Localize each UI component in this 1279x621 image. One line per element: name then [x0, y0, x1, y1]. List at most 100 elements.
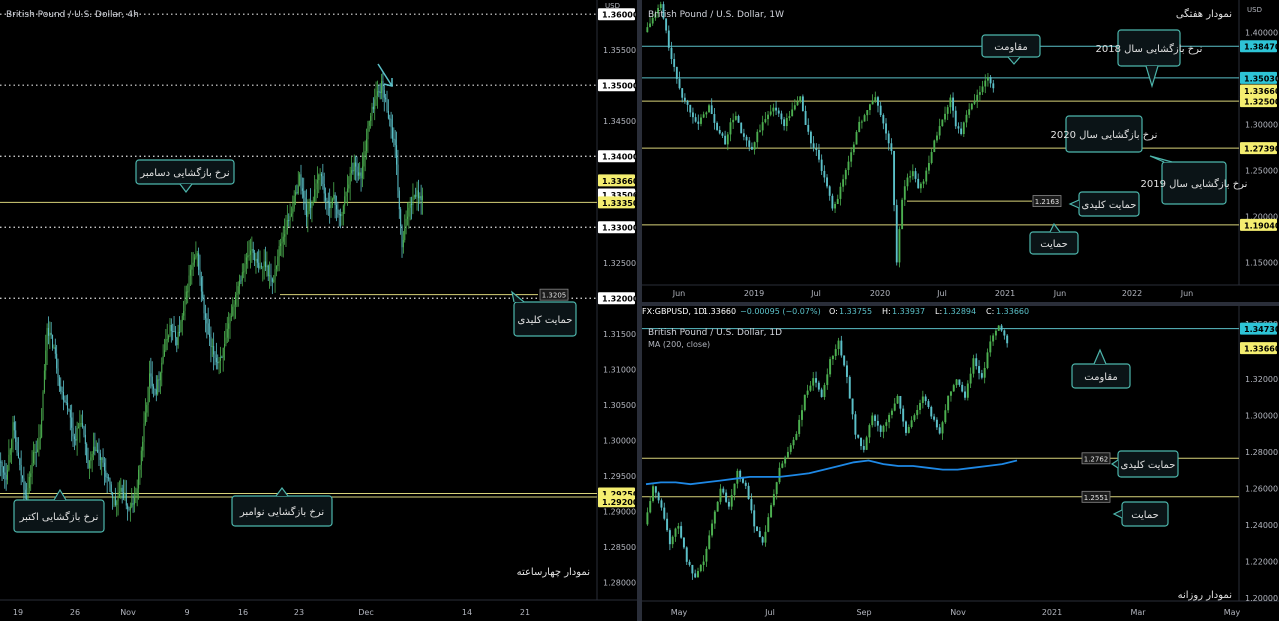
candle-body — [783, 119, 786, 127]
candle-body — [226, 328, 228, 338]
x-tick-label: 9 — [184, 608, 189, 617]
candle-body — [683, 97, 686, 101]
candle-body — [855, 132, 858, 145]
candle-body — [748, 140, 751, 147]
candle-body — [344, 196, 346, 206]
candle-body — [75, 439, 77, 441]
price-label-text: 1.34000 — [602, 153, 637, 162]
chart-daily-svg[interactable]: 1.20000 1.22000 1.24000 1.26000 1.28000 1.300… — [642, 306, 1279, 621]
candle-body — [1003, 330, 1006, 336]
candle-body — [277, 256, 279, 267]
candle-body — [255, 258, 257, 261]
candle-body — [983, 367, 986, 378]
candle-body — [710, 105, 713, 115]
candle-body — [670, 47, 673, 60]
candle-body — [363, 155, 365, 167]
candle-body — [799, 96, 802, 102]
price-label-text: 1.33350 — [602, 199, 637, 208]
candle-body — [697, 121, 700, 124]
candle-body — [981, 86, 984, 93]
candle-body — [785, 117, 788, 127]
candle-body — [316, 180, 318, 184]
candle-body — [69, 409, 71, 418]
candle-body — [366, 139, 368, 152]
candle-body — [976, 94, 979, 102]
candle-body — [745, 136, 748, 141]
candle-body — [15, 430, 17, 442]
candle-body — [12, 422, 14, 440]
candle-body — [275, 266, 277, 270]
y-tick-label: 1.30500 — [603, 401, 636, 410]
candle-body — [737, 116, 740, 123]
candle-body — [954, 110, 957, 127]
candle-body — [138, 469, 140, 489]
chart-title: British Pound / U.S. Dollar, 1W — [648, 10, 784, 20]
candle-body — [305, 204, 307, 217]
candle-body — [239, 280, 241, 287]
candle-body — [663, 507, 666, 519]
candle-body — [994, 330, 997, 336]
candle-body — [71, 417, 73, 428]
candle-body — [957, 126, 960, 129]
candle-body — [11, 439, 13, 450]
candle-body — [334, 194, 336, 206]
candle-body — [154, 388, 156, 390]
chart-weekly[interactable]: 1.150001.200001.250001.300001.350001.400… — [642, 0, 1279, 302]
candle-body — [203, 298, 205, 314]
candle-body — [233, 304, 235, 307]
candle-body — [162, 356, 164, 363]
x-tick-label: 14 — [462, 608, 472, 617]
price-label-text: 1.38470 — [1244, 43, 1279, 52]
candle-body — [419, 196, 421, 199]
candle-body — [13, 422, 15, 431]
candle-body — [290, 213, 292, 217]
candle-body — [295, 192, 297, 196]
candle-body — [907, 426, 910, 433]
candle-body — [842, 179, 845, 187]
candle-body — [806, 390, 809, 395]
candle-body — [232, 306, 234, 316]
candle-body — [913, 415, 916, 421]
candle-body — [719, 488, 722, 502]
candle-body — [213, 346, 215, 355]
candle-body — [649, 501, 652, 513]
candle-body — [286, 220, 288, 231]
candle-body — [43, 370, 45, 393]
candle-body — [68, 408, 70, 410]
x-tick-label: Sep — [856, 608, 871, 617]
candle-body — [245, 257, 247, 265]
candle-body — [35, 451, 37, 453]
candle-body — [172, 330, 174, 332]
candle-body — [202, 291, 204, 299]
candle-body — [713, 114, 716, 123]
candle-body — [417, 190, 419, 199]
price-label-text: 1.33000 — [602, 224, 637, 233]
y-tick-label: 1.40000 — [1245, 29, 1278, 38]
candle-body — [17, 452, 19, 459]
candle-body — [665, 18, 668, 31]
candle-body — [58, 377, 60, 387]
x-tick-label: Jul — [764, 608, 775, 617]
candle-body — [19, 458, 21, 466]
chart-daily[interactable]: 1.20000 1.22000 1.24000 1.26000 1.28000 1.300… — [642, 306, 1279, 621]
candle-body — [898, 229, 901, 263]
chart-caption: نمودار هفتگی — [1176, 8, 1232, 20]
candle-body — [143, 423, 145, 442]
candle-body — [904, 421, 907, 433]
chart-4h-svg[interactable]: 1.28000 1.28500 1.29000 1.29500 1.30000 1.305… — [0, 0, 637, 621]
candle-body — [740, 122, 743, 134]
candle-body — [159, 372, 161, 381]
candle-body — [166, 339, 168, 341]
candle-body — [836, 198, 839, 205]
chart-weekly-svg[interactable]: 1.150001.200001.250001.300001.350001.400… — [642, 0, 1279, 302]
candle-body — [97, 449, 99, 453]
candle-body — [310, 202, 312, 209]
candle-body — [274, 269, 276, 280]
candle-body — [24, 489, 26, 496]
candle-body — [187, 291, 189, 293]
chart-4h[interactable]: 1.28000 1.28500 1.29000 1.29500 1.30000 1.305… — [0, 0, 637, 621]
candle-body — [992, 335, 995, 342]
candle-body — [727, 501, 730, 507]
candle-body — [729, 122, 732, 135]
candle-body — [801, 410, 803, 420]
